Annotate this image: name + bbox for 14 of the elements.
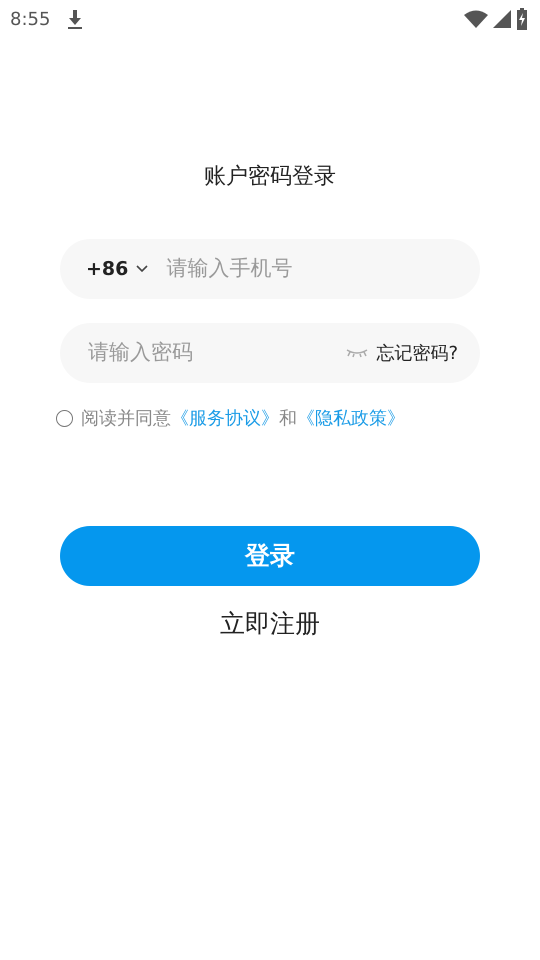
chevron-down-icon xyxy=(136,265,148,273)
password-field[interactable]: 请输入密码 忘记密码? xyxy=(60,323,480,383)
battery-icon xyxy=(516,8,528,30)
status-time: 8:55 xyxy=(10,8,50,32)
agreement-checkbox[interactable] xyxy=(56,410,73,427)
phone-field[interactable]: +86 请输入手机号 xyxy=(60,239,480,299)
forgot-password-link[interactable]: 忘记密码? xyxy=(376,340,458,366)
agreement-text: 阅读并同意《服务协议》和《隐私政策》 xyxy=(81,407,405,431)
register-link[interactable]: 立即注册 xyxy=(214,604,326,644)
page-title: 账户密码登录 xyxy=(203,163,337,191)
country-code-selector[interactable]: +86 xyxy=(86,254,128,284)
wifi-icon xyxy=(464,9,488,29)
signal-icon xyxy=(492,9,512,29)
download-icon xyxy=(66,8,84,30)
